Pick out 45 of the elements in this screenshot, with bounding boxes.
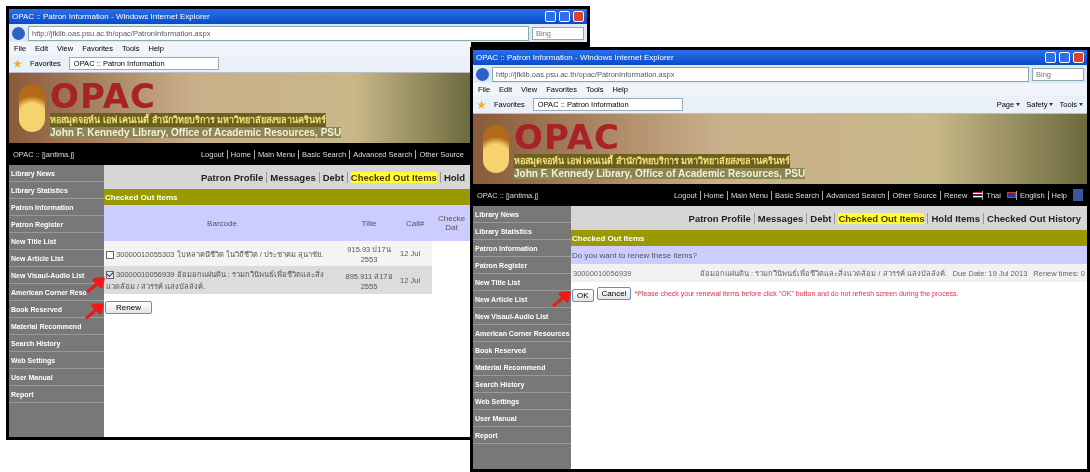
library-name-english: John F. Kennedy Library, Office of Academic Resources, PSU bbox=[50, 126, 342, 138]
opac-logo: OPAC bbox=[514, 119, 620, 154]
tab[interactable]: Checked Out Items bbox=[350, 171, 437, 183]
maximize-icon[interactable] bbox=[1059, 52, 1070, 63]
tab[interactable]: Checked Out Items bbox=[838, 212, 925, 224]
minimize-icon[interactable] bbox=[545, 11, 556, 22]
tab[interactable]: Hold bbox=[443, 171, 465, 183]
maximize-icon[interactable] bbox=[559, 11, 570, 22]
tab[interactable]: Debt bbox=[322, 171, 344, 183]
cancel-button[interactable]: Cancel bbox=[596, 286, 632, 300]
back-icon[interactable] bbox=[476, 67, 489, 81]
library-name-thai: หอสมุดจอห์น เอฟ เคนเนดี้ สำนักวิทยบริการ มหาวิทยาลัยสงขลานครินทร์ bbox=[514, 153, 790, 168]
checkbox[interactable] bbox=[106, 271, 114, 279]
column-header: Barcode bbox=[104, 205, 341, 241]
tab[interactable]: Patron Profile bbox=[688, 212, 751, 224]
tab[interactable]: Messages bbox=[270, 171, 316, 183]
section-title: Checked Out Items bbox=[571, 230, 1087, 246]
tab[interactable]: Messages bbox=[757, 212, 804, 224]
window-title: OPAC :: Patron Information - Windows Internet Explorer bbox=[12, 12, 211, 21]
renew-button[interactable]: Renew bbox=[105, 301, 152, 314]
column-header: Checke Dat bbox=[432, 205, 471, 241]
close-icon[interactable] bbox=[1073, 52, 1084, 63]
checkbox[interactable] bbox=[106, 250, 114, 259]
confirm-question: Do you want to renew these items? bbox=[571, 246, 1087, 264]
tab[interactable]: Checked Out History bbox=[987, 212, 1081, 224]
library-name-english: John F. Kennedy Library, Office of Academic Resources, PSU bbox=[514, 167, 806, 179]
section-title: Checked Out Items bbox=[104, 189, 471, 205]
ok-button[interactable]: OK bbox=[572, 289, 594, 302]
flag-icon[interactable] bbox=[973, 192, 983, 198]
caret-icon[interactable] bbox=[1049, 103, 1054, 106]
library-name-thai: หอสมุดจอห์น เอฟ เคนเนดี้ สำนักวิทยบริการ มหาวิทยาลัยสงขลานครินทร์ bbox=[50, 112, 326, 127]
back-icon[interactable] bbox=[12, 26, 25, 40]
opac-logo: OPAC bbox=[50, 78, 156, 113]
close-icon[interactable] bbox=[573, 11, 584, 22]
window-title: OPAC :: Patron Information - Windows Internet Explorer bbox=[476, 53, 675, 62]
emblem-icon bbox=[19, 84, 45, 132]
tab[interactable]: Debt bbox=[810, 212, 832, 224]
column-header: Call# bbox=[398, 205, 433, 241]
minimize-icon[interactable] bbox=[1045, 52, 1056, 63]
caret-icon[interactable] bbox=[1079, 103, 1083, 106]
tab[interactable]: Hold Items bbox=[931, 212, 981, 224]
emblem-icon bbox=[483, 125, 509, 173]
caret-icon[interactable] bbox=[1016, 103, 1021, 106]
column-header: Title bbox=[340, 205, 399, 241]
tab[interactable]: Patron Profile bbox=[201, 171, 264, 183]
